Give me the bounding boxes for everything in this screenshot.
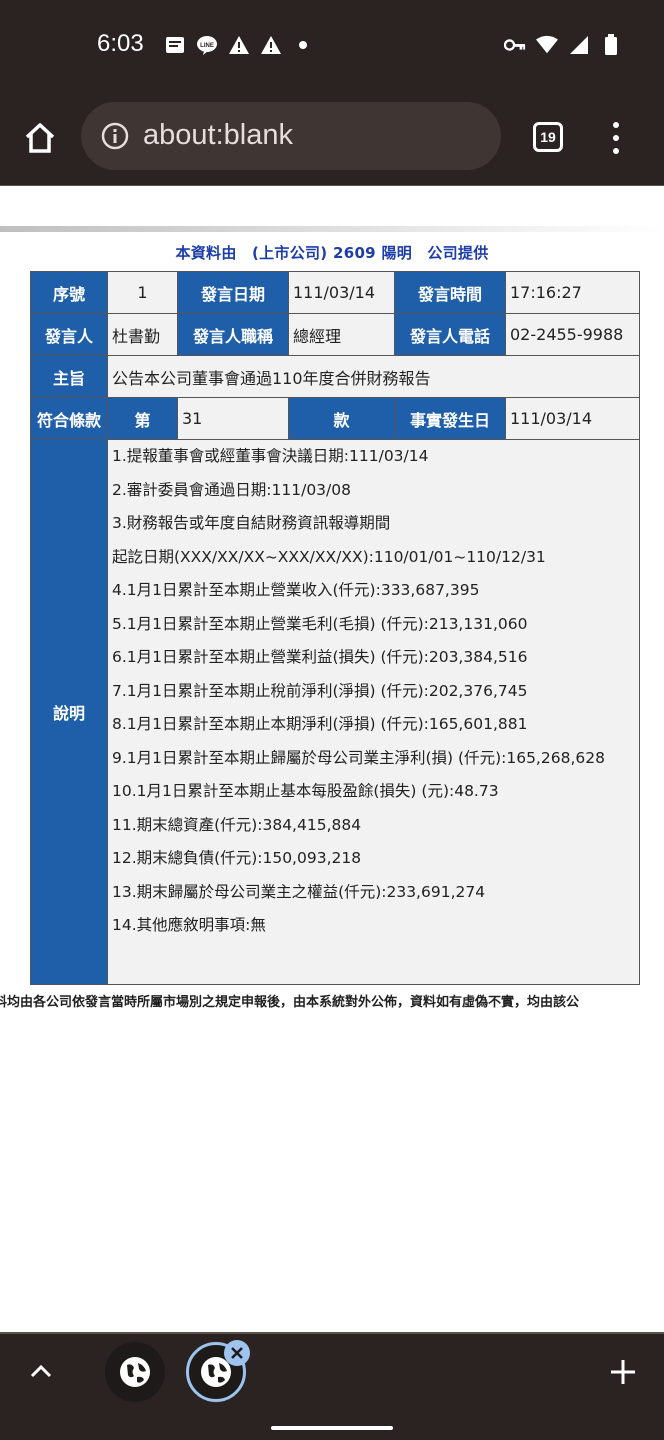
warning-icon xyxy=(228,34,250,56)
browser-toolbar: about:blank 19 xyxy=(0,92,664,187)
description-line: 4.1月1日累計至本期止營業收入(仟元):333,687,395 xyxy=(112,581,480,599)
home-icon xyxy=(25,123,55,153)
description-line: 7.1月1日累計至本期止稅前淨利(淨損) (仟元):202,376,745 xyxy=(112,681,528,700)
status-time: 6:03 xyxy=(97,30,144,57)
description-line: 13.期末歸屬於母公司業主之權益(仟元):233,691,274 xyxy=(112,882,486,901)
notification-icons: LINE xyxy=(164,34,314,56)
seq-label: 序號 xyxy=(30,271,108,314)
close-tab-button[interactable] xyxy=(224,1340,250,1366)
subject-value: 公告本公司董事會通過110年度合併財務報告 xyxy=(107,355,640,398)
speaker-phone-label: 發言人電話 xyxy=(394,313,506,356)
dot-icon xyxy=(292,34,314,56)
page-content: 本資料由 (上市公司) 2609 陽明 公司提供 序號 1 發言日期 111/0… xyxy=(0,186,664,1332)
signal-icon xyxy=(568,34,590,56)
description-line: 10.1月1日累計至本期止基本每股盈餘(損失) (元):48.73 xyxy=(112,782,499,800)
speaker-title-value: 總經理 xyxy=(288,313,395,356)
new-tab-button[interactable] xyxy=(605,1354,641,1390)
vpn-key-icon xyxy=(504,34,526,56)
table-row: 主旨 公告本公司董事會通過110年度合併財務報告 xyxy=(30,355,640,398)
tab-switcher-button[interactable]: 19 xyxy=(533,122,563,152)
description-line: 1.提報董事會或經董事會決議日期:111/03/14 xyxy=(112,447,429,465)
description-label: 說明 xyxy=(30,439,108,985)
source-line: 本資料由 (上市公司) 2609 陽明 公司提供 xyxy=(175,244,489,262)
url-bar[interactable]: about:blank xyxy=(81,102,501,170)
table-row: 說明 1.提報董事會或經董事會決議日期:111/03/14 2.審計委員會通過日… xyxy=(30,439,640,985)
more-menu-button[interactable] xyxy=(604,118,628,158)
info-icon[interactable] xyxy=(101,122,129,150)
time-label: 發言時間 xyxy=(394,271,506,314)
close-icon xyxy=(231,1347,243,1359)
table-row: 符合條款 第 31 款 事實發生日 111/03/14 xyxy=(30,397,640,440)
date-value: 111/03/14 xyxy=(288,271,395,314)
description-body: 1.提報董事會或經董事會決議日期:111/03/14 2.審計委員會通過日期:1… xyxy=(107,439,640,985)
warning-icon xyxy=(260,34,282,56)
status-bar: 6:03 LINE xyxy=(0,0,664,92)
event-date-value: 111/03/14 xyxy=(505,397,640,440)
system-icons xyxy=(504,34,622,56)
tab-thumbnail[interactable] xyxy=(105,1342,165,1402)
disclaimer-note: 料均由各公司依發言當時所屬市場別之規定申報後，由本系統對外公佈，資料如有虛偽不實… xyxy=(0,995,580,1010)
description-line: 6.1月1日累計至本期止營業利益(損失) (仟元):203,384,516 xyxy=(112,648,528,666)
table-row: 發言人 杜書勤 發言人職稱 總經理 發言人電話 02-2455-9988 xyxy=(30,313,640,356)
description-line: 14.其他應敘明事項:無 xyxy=(112,916,266,934)
speaker-label: 發言人 xyxy=(30,313,108,356)
message-icon xyxy=(164,34,186,56)
description-line: 9.1月1日累計至本期止歸屬於母公司業主淨利(損) (仟元):165,268,6… xyxy=(112,748,605,767)
speaker-title-label: 發言人職稱 xyxy=(177,313,289,356)
clause-prefix: 第 xyxy=(107,397,178,440)
expand-tabs-button[interactable] xyxy=(26,1356,56,1386)
home-button[interactable] xyxy=(20,118,60,158)
svg-text:LINE: LINE xyxy=(200,43,214,49)
globe-icon xyxy=(120,1357,150,1387)
description-line: 11.期末總資產(仟元):384,415,884 xyxy=(112,815,362,834)
description-line: 5.1月1日累計至本期止營業毛利(毛損) (仟元):213,131,060 xyxy=(112,614,528,633)
wifi-icon xyxy=(536,34,558,56)
subject-label: 主旨 xyxy=(30,355,108,398)
speaker-phone-value: 02-2455-9988 xyxy=(505,313,640,356)
speaker-value: 杜書勤 xyxy=(107,313,178,356)
description-line: 起訖日期(XXX/XX/XX~XXX/XX/XX):110/01/01~110/… xyxy=(112,547,546,566)
event-date-label: 事實發生日 xyxy=(394,397,506,440)
bottom-tab-bar xyxy=(0,1332,664,1440)
divider xyxy=(0,1332,664,1334)
line-icon: LINE xyxy=(196,34,218,56)
table-row: 序號 1 發言日期 111/03/14 發言時間 17:16:27 xyxy=(30,271,640,314)
description-line: 8.1月1日累計至本期止本期淨利(淨損) (仟元):165,601,881 xyxy=(112,715,528,733)
seq-value: 1 xyxy=(107,271,178,314)
time-value: 17:16:27 xyxy=(505,271,640,314)
description-line: 12.期末總負債(仟元):150,093,218 xyxy=(112,849,362,867)
menu-dot xyxy=(613,148,619,154)
announcement-table: 序號 1 發言日期 111/03/14 發言時間 17:16:27 發言人 杜書… xyxy=(30,271,640,985)
url-text[interactable]: about:blank xyxy=(143,119,293,152)
clause-label: 符合條款 xyxy=(30,397,108,440)
divider xyxy=(0,226,664,232)
description-line: 2.審計委員會通過日期:111/03/08 xyxy=(112,480,351,499)
home-indicator[interactable] xyxy=(271,1426,393,1430)
clause-suffix: 款 xyxy=(288,397,395,440)
menu-dot xyxy=(613,122,619,128)
plus-icon xyxy=(611,1360,635,1384)
menu-dot xyxy=(613,135,619,141)
description-line: 3.財務報告或年度自結財務資訊報導期間 xyxy=(112,514,391,532)
date-label: 發言日期 xyxy=(177,271,289,314)
chevron-up-icon xyxy=(30,1364,52,1378)
battery-icon xyxy=(600,34,622,56)
clause-number: 31 xyxy=(177,397,289,440)
